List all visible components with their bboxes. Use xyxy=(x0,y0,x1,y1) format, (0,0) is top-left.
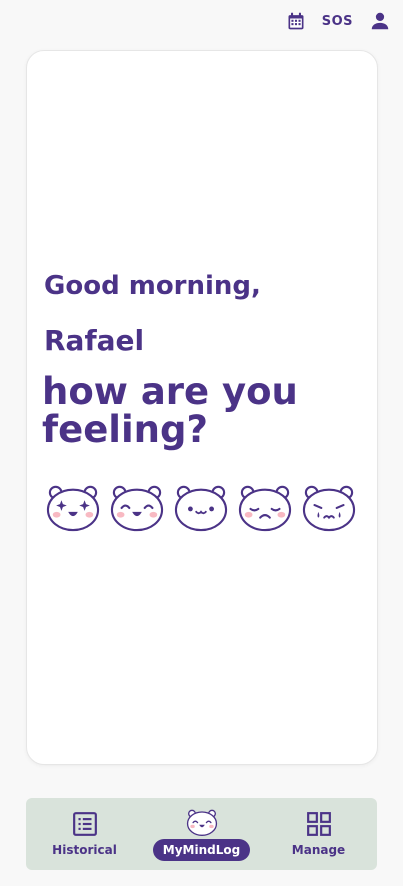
nav-manage[interactable]: Manage xyxy=(269,811,369,857)
mood-sad-icon[interactable] xyxy=(236,481,294,533)
mood-happy-icon[interactable] xyxy=(108,481,166,533)
top-bar: SOS xyxy=(286,10,391,32)
nav-manage-label: Manage xyxy=(291,843,346,857)
user-name: Rafael xyxy=(44,324,145,357)
bottom-navigation: Historical MyMindLog Manage xyxy=(26,798,377,870)
nav-historical-label: Historical xyxy=(52,843,117,857)
list-icon xyxy=(72,812,97,836)
person-icon[interactable] xyxy=(369,10,391,32)
mood-crying-icon[interactable] xyxy=(300,481,358,533)
nav-mymindlog[interactable]: MyMindLog xyxy=(152,807,252,861)
nav-historical[interactable]: Historical xyxy=(35,811,135,857)
nav-mymindlog-label: MyMindLog xyxy=(152,839,251,861)
greeting-card: Good morning, Rafael how are you feeling… xyxy=(26,50,378,765)
feeling-question: how are you feeling? xyxy=(42,370,298,451)
calendar-icon[interactable] xyxy=(286,11,306,31)
mood-ecstatic-icon[interactable] xyxy=(44,481,102,533)
mymindlog-bear-icon xyxy=(186,809,217,836)
grid-icon xyxy=(306,812,331,836)
mood-selector xyxy=(44,481,358,533)
sos-button[interactable]: SOS xyxy=(322,14,353,29)
mood-neutral-icon[interactable] xyxy=(172,481,230,533)
greeting-text: Good morning, xyxy=(44,271,261,301)
